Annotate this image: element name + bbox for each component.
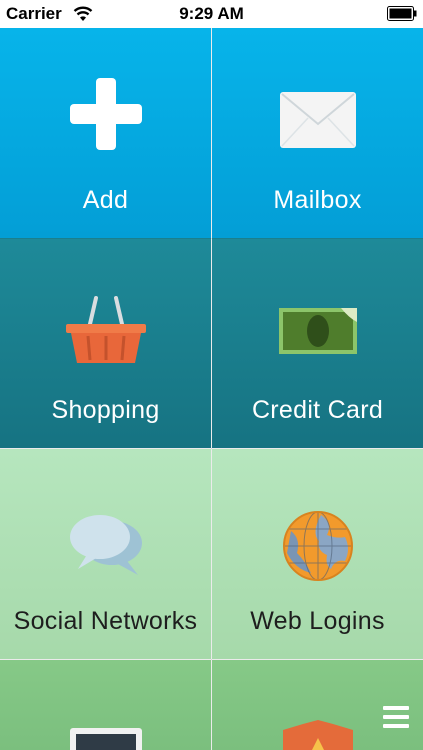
status-bar: Carrier 9:29 AM	[0, 0, 423, 28]
row-divider	[0, 448, 423, 449]
tile-shield[interactable]	[212, 660, 423, 750]
computer-icon	[69, 728, 142, 750]
tile-mailbox[interactable]: Mailbox	[212, 28, 423, 238]
row-divider	[0, 659, 423, 660]
tile-social-networks[interactable]: Social Networks	[0, 449, 211, 659]
clock: 9:29 AM	[179, 4, 244, 23]
tile-label: Mailbox	[273, 186, 362, 214]
tile-web-logins[interactable]: Web Logins	[212, 449, 423, 659]
tile-label: Web Logins	[250, 607, 385, 635]
envelope-icon	[279, 92, 356, 148]
money-bill-icon	[278, 308, 357, 354]
tile-label: Add	[82, 186, 129, 214]
battery-icon	[387, 6, 417, 21]
tile-add[interactable]: Add	[0, 28, 211, 238]
plus-icon	[69, 78, 142, 150]
shield-icon	[282, 720, 353, 750]
tile-label: Shopping	[51, 396, 160, 424]
globe-icon	[282, 511, 353, 581]
row-divider	[0, 238, 423, 239]
speech-bubbles-icon	[69, 515, 142, 575]
tile-label: Credit Card	[251, 396, 384, 424]
tile-computer[interactable]	[0, 660, 211, 750]
tile-credit-card[interactable]: Credit Card	[212, 238, 423, 448]
column-divider	[211, 28, 212, 750]
menu-icon[interactable]	[383, 706, 409, 728]
shopping-basket-icon	[65, 296, 146, 363]
app-grid: Add Mailbox Shopping Credit Card Social …	[0, 28, 423, 750]
tile-shopping[interactable]: Shopping	[0, 238, 211, 448]
tile-label: Social Networks	[13, 607, 198, 635]
